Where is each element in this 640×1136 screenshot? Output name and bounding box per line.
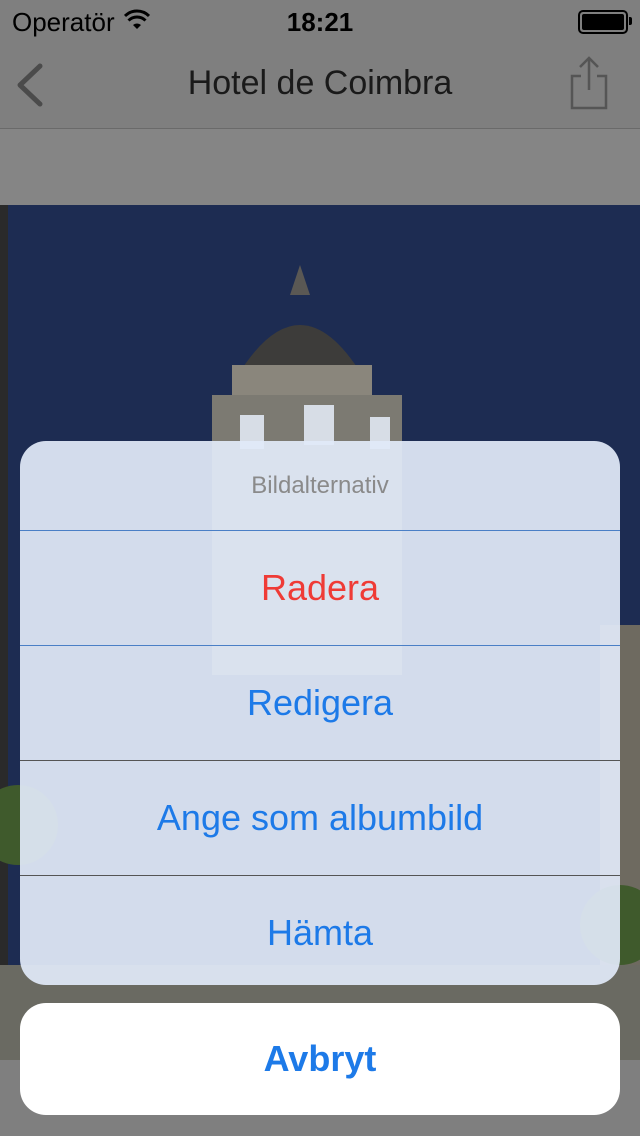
navigation-bar: Hotel de Coimbra xyxy=(0,40,640,129)
edit-button[interactable]: Redigera xyxy=(20,645,620,760)
action-sheet: Bildalternativ Radera Redigera Ange som … xyxy=(20,441,620,985)
set-album-cover-button[interactable]: Ange som albumbild xyxy=(20,760,620,875)
clock: 18:21 xyxy=(286,7,354,37)
download-button[interactable]: Hämta xyxy=(20,875,620,985)
action-sheet-title: Bildalternativ xyxy=(251,472,389,499)
page-title: Hotel de Coimbra xyxy=(187,64,453,102)
cancel-button[interactable]: Avbryt xyxy=(20,1003,620,1115)
status-bar: Operatör 18:21 xyxy=(0,0,640,40)
share-icon[interactable] xyxy=(566,54,612,112)
battery-icon xyxy=(578,10,632,34)
toolbar-spacer xyxy=(0,129,640,205)
delete-button[interactable]: Radera xyxy=(20,530,620,645)
